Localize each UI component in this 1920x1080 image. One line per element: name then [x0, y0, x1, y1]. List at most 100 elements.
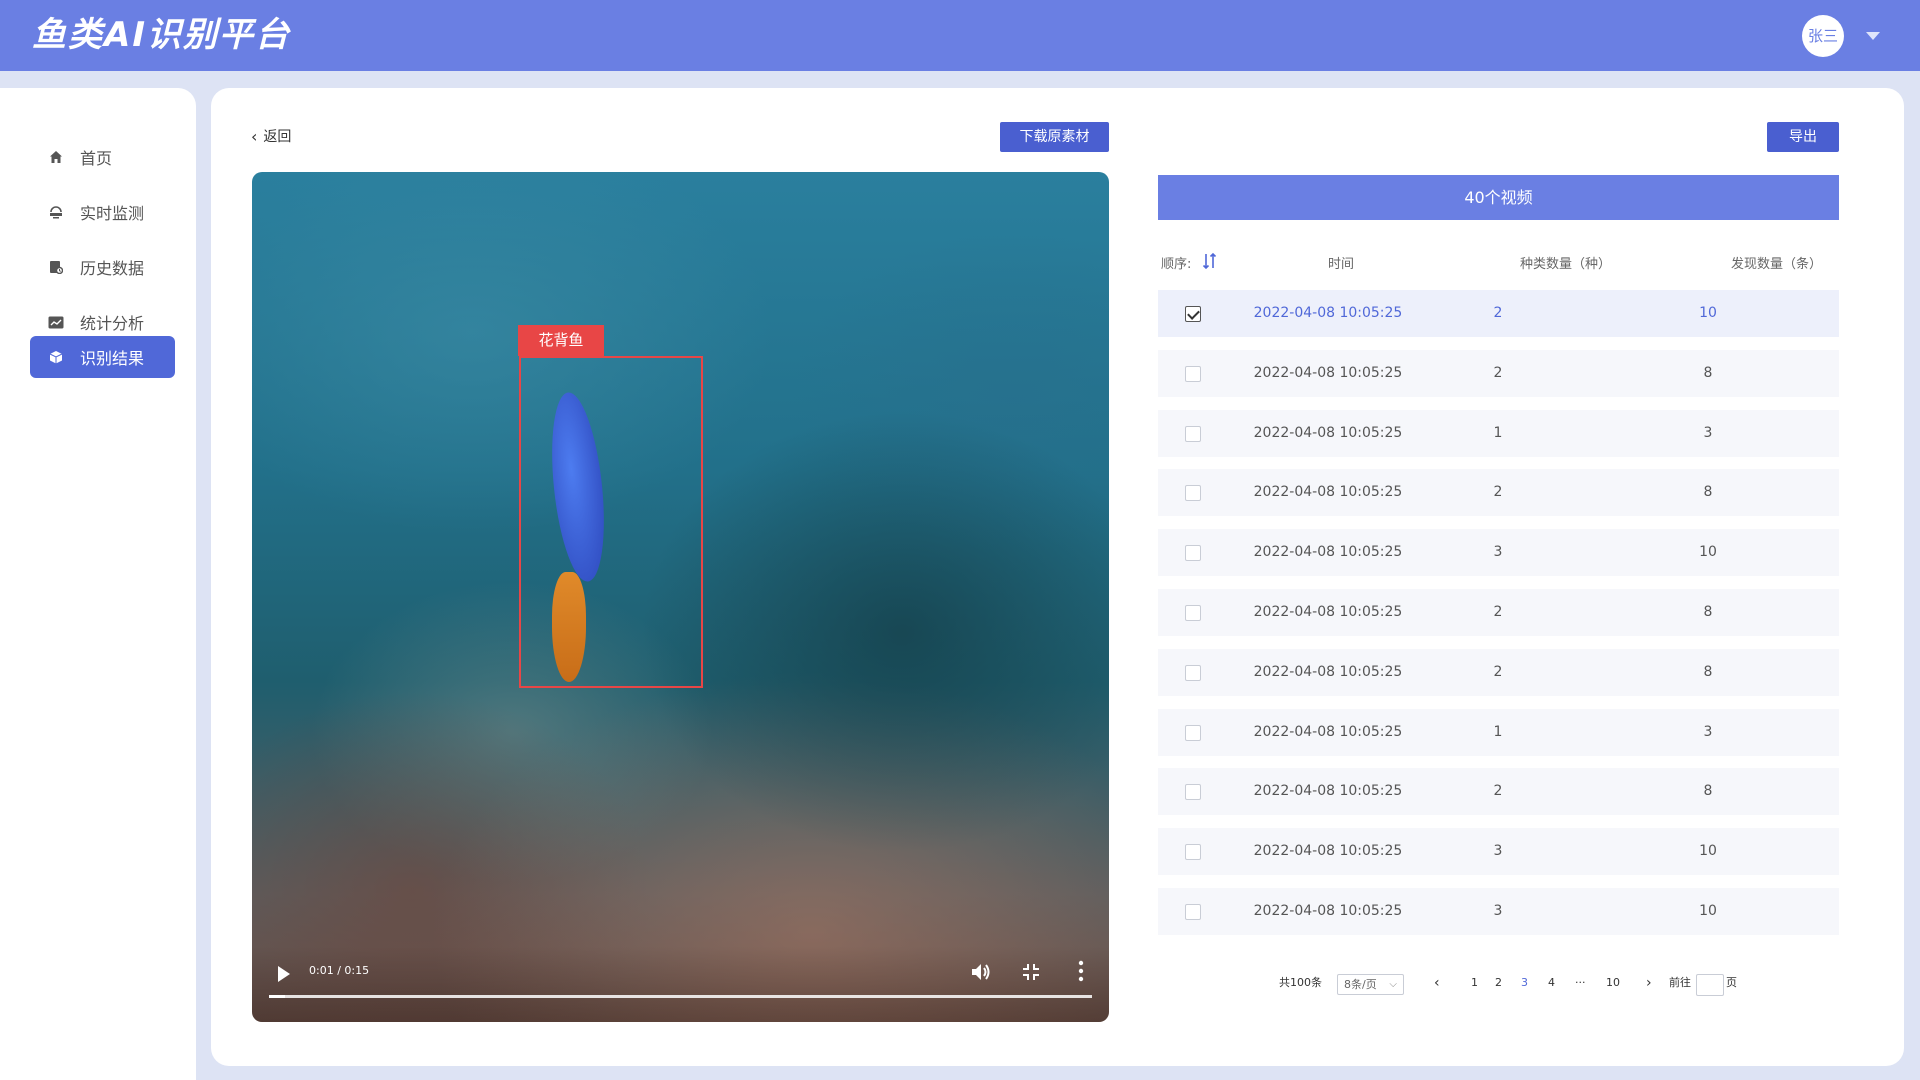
row-species-count: 3: [1493, 903, 1503, 919]
row-found-count: 8: [1703, 783, 1713, 799]
row-checkbox[interactable]: [1185, 545, 1201, 561]
column-header-found: 发现数量（条）: [1731, 257, 1823, 272]
detection-box: [519, 356, 703, 688]
video-player[interactable]: 花背鱼 0:01 / 0:15: [252, 172, 1109, 1022]
row-found-count: 8: [1703, 484, 1713, 500]
row-found-count: 10: [1699, 843, 1717, 859]
monitor-icon: [48, 204, 64, 220]
column-header-species: 种类数量（种）: [1520, 257, 1612, 272]
chevron-down-icon[interactable]: [1866, 32, 1880, 40]
table-row[interactable]: 2022-04-08 10:05:25 2 8: [1158, 768, 1839, 815]
video-progress-fill: [269, 995, 286, 998]
row-species-count: 3: [1493, 544, 1503, 560]
sidebar: 首页 实时监测 历史数据 统计分析 识别结果: [0, 88, 196, 1080]
page-number[interactable]: 4: [1548, 972, 1555, 994]
row-time: 2022-04-08 10:05:25: [1253, 484, 1403, 500]
row-time: 2022-04-08 10:05:25: [1253, 843, 1403, 859]
sidebar-item-label: 首页: [80, 149, 113, 168]
column-header-time: 时间: [1328, 257, 1355, 272]
table-row[interactable]: 2022-04-08 10:05:25 2 8: [1158, 589, 1839, 636]
row-found-count: 8: [1703, 604, 1713, 620]
sidebar-item-results[interactable]: 识别结果: [30, 336, 175, 378]
prev-page-icon[interactable]: ‹: [1434, 972, 1440, 994]
home-icon: [48, 149, 64, 165]
row-checkbox[interactable]: [1185, 844, 1201, 860]
video-progress-bar[interactable]: [269, 995, 1092, 998]
chevron-left-icon: ‹: [251, 126, 258, 146]
table-row[interactable]: 2022-04-08 10:05:25 3 10: [1158, 529, 1839, 576]
row-time: 2022-04-08 10:05:25: [1253, 425, 1403, 441]
sidebar-item-label: 识别结果: [80, 349, 145, 368]
sidebar-item-label: 统计分析: [80, 314, 145, 333]
chart-icon: [48, 314, 64, 330]
table-row[interactable]: 2022-04-08 10:05:25 3 10: [1158, 828, 1839, 875]
sidebar-item-realtime[interactable]: 实时监测: [30, 191, 175, 233]
row-checkbox[interactable]: [1185, 784, 1201, 800]
row-found-count: 3: [1703, 425, 1713, 441]
app-logo-title: 鱼类AI识别平台: [32, 15, 291, 55]
download-source-button[interactable]: 下载原素材: [1000, 122, 1109, 152]
page-number[interactable]: 3: [1521, 972, 1528, 994]
table-row[interactable]: 2022-04-08 10:05:25 2 8: [1158, 649, 1839, 696]
page-size-select[interactable]: 8条/页 ⌵: [1337, 974, 1404, 995]
pagination-total: 共100条: [1279, 976, 1322, 989]
more-options-icon[interactable]: [1078, 960, 1084, 986]
row-found-count: 8: [1703, 664, 1713, 680]
page-ellipsis: ···: [1575, 976, 1586, 989]
exit-fullscreen-icon[interactable]: [1022, 963, 1040, 985]
back-label: 返回: [263, 129, 292, 145]
row-species-count: 3: [1493, 843, 1503, 859]
row-species-count: 2: [1493, 365, 1503, 381]
row-species-count: 2: [1493, 604, 1503, 620]
volume-icon[interactable]: [970, 962, 992, 986]
goto-page-input[interactable]: [1696, 974, 1724, 996]
table-row[interactable]: 2022-04-08 10:05:25 2 8: [1158, 469, 1839, 516]
row-species-count: 2: [1493, 305, 1503, 321]
video-time: 0:01 / 0:15: [309, 964, 370, 977]
page-number[interactable]: 10: [1606, 972, 1620, 994]
sidebar-item-label: 历史数据: [80, 259, 145, 278]
next-page-icon[interactable]: ›: [1646, 972, 1652, 994]
row-time: 2022-04-08 10:05:25: [1253, 724, 1403, 740]
row-found-count: 3: [1703, 724, 1713, 740]
user-avatar[interactable]: 张三: [1802, 15, 1844, 57]
page-size-value: 8条/页: [1344, 978, 1377, 991]
sidebar-item-history[interactable]: 历史数据: [30, 246, 175, 288]
row-checkbox[interactable]: [1185, 485, 1201, 501]
goto-prefix: 前往: [1669, 976, 1691, 989]
row-time: 2022-04-08 10:05:25: [1253, 544, 1403, 560]
row-checkbox[interactable]: [1185, 725, 1201, 741]
row-time: 2022-04-08 10:05:25: [1253, 664, 1403, 680]
detection-label: 花背鱼: [518, 325, 604, 356]
row-time: 2022-04-08 10:05:25: [1253, 365, 1403, 381]
row-found-count: 10: [1699, 544, 1717, 560]
row-checkbox[interactable]: [1185, 605, 1201, 621]
top-header: 鱼类AI识别平台 张三: [0, 0, 1920, 71]
table-row[interactable]: 2022-04-08 10:05:25 2 8: [1158, 350, 1839, 397]
row-checkbox[interactable]: [1185, 366, 1201, 382]
page-number[interactable]: 2: [1495, 972, 1502, 994]
play-icon[interactable]: [278, 966, 290, 982]
table-row[interactable]: 2022-04-08 10:05:25 1 3: [1158, 709, 1839, 756]
export-button[interactable]: 导出: [1767, 122, 1839, 152]
sort-icon[interactable]: [1202, 252, 1218, 274]
row-species-count: 2: [1493, 484, 1503, 500]
row-found-count: 10: [1699, 903, 1717, 919]
sidebar-item-home[interactable]: 首页: [30, 136, 175, 178]
table-row[interactable]: 2022-04-08 10:05:25 1 3: [1158, 410, 1839, 457]
video-controls: 0:01 / 0:15: [252, 946, 1109, 1022]
chevron-down-icon: ⌵: [1389, 979, 1397, 990]
row-time: 2022-04-08 10:05:25: [1253, 305, 1403, 321]
row-checkbox[interactable]: [1185, 904, 1201, 920]
row-found-count: 10: [1699, 305, 1717, 321]
row-time: 2022-04-08 10:05:25: [1253, 903, 1403, 919]
back-link[interactable]: ‹ 返回: [251, 126, 291, 146]
row-checkbox[interactable]: [1185, 426, 1201, 442]
page-number[interactable]: 1: [1471, 972, 1478, 994]
table-row[interactable]: 2022-04-08 10:05:25 2 10: [1158, 290, 1839, 337]
row-checkbox[interactable]: [1185, 665, 1201, 681]
table-row[interactable]: 2022-04-08 10:05:25 3 10: [1158, 888, 1839, 935]
row-species-count: 2: [1493, 783, 1503, 799]
row-time: 2022-04-08 10:05:25: [1253, 783, 1403, 799]
row-checkbox[interactable]: [1185, 306, 1201, 322]
